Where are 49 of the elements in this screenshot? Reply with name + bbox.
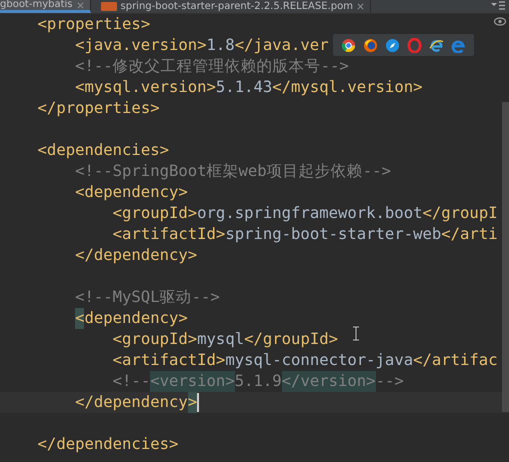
tag-value: 5.1.43 [216,77,272,98]
xml-tag: <groupId> [112,203,198,224]
e-icon[interactable] [429,38,444,52]
chrome-like-icon[interactable] [340,38,356,52]
tag-value: org.springframework.boot [197,203,422,224]
commented-tag: </version> [282,371,376,392]
firefox-like-icon[interactable] [362,38,378,52]
tag-value: mysql [197,329,244,350]
commented-tag: <version> [150,371,235,392]
xml-tag: </properties> [38,98,160,119]
xml-tag: <mysql.version> [75,77,216,98]
code-comment: <!--MySQL驱动--> [75,287,220,308]
xml-tag: </groupId> [244,329,338,350]
close-icon[interactable] [356,3,364,10]
xml-tag: <dependencies> [38,140,169,161]
xml-tag: <artifactId> [112,224,226,245]
xml-tag: </java.ver [234,35,329,56]
xml-tag: <artifactId> [112,350,226,371]
tag-value: spring-boot-starter-web [225,224,442,245]
xml-tag: <groupId> [112,329,198,350]
xml-tag: </dependency [75,392,188,413]
code-comment: <!-- [112,371,150,392]
eye-icon[interactable] [494,17,506,26]
xml-tag: </groupI [422,203,498,224]
matched-bracket: < [75,308,84,329]
matched-bracket: > [188,392,198,413]
xml-tag: </artifac [413,350,498,371]
tag-value: mysql-connector-java [225,350,414,371]
code-comment: --> [376,371,404,392]
xml-tag: </arti [441,224,498,245]
compass-icon[interactable] [384,38,400,52]
e-icon[interactable] [451,38,466,52]
code-comment: <!--修改父工程管理依赖的版本号--> [75,56,349,77]
code-comment: 5.1.9 [234,371,282,392]
menu-icon[interactable] [491,1,505,10]
file-tab[interactable]: spring-boot-starter-parent-2.2.5.RELEASE.pom [90,0,371,13]
text-cursor-icon [353,326,359,341]
tag-value: 1.8 [206,35,235,56]
scrollbar[interactable] [502,102,509,412]
xml-tag: dependency> [84,308,188,329]
xml-tag: </dependencies> [38,434,178,455]
xml-tag: <java.version> [75,35,207,56]
code-comment: <!--SpringBoot框架web项目起步依赖--> [75,161,391,182]
text-caret [197,393,200,412]
xml-tag: </dependency> [75,245,198,266]
xml-tag: </mysql.version> [272,77,422,98]
xml-tag: <properties> [38,14,150,35]
xml-tag: <dependency> [75,182,188,203]
xml-file-icon [100,2,117,11]
